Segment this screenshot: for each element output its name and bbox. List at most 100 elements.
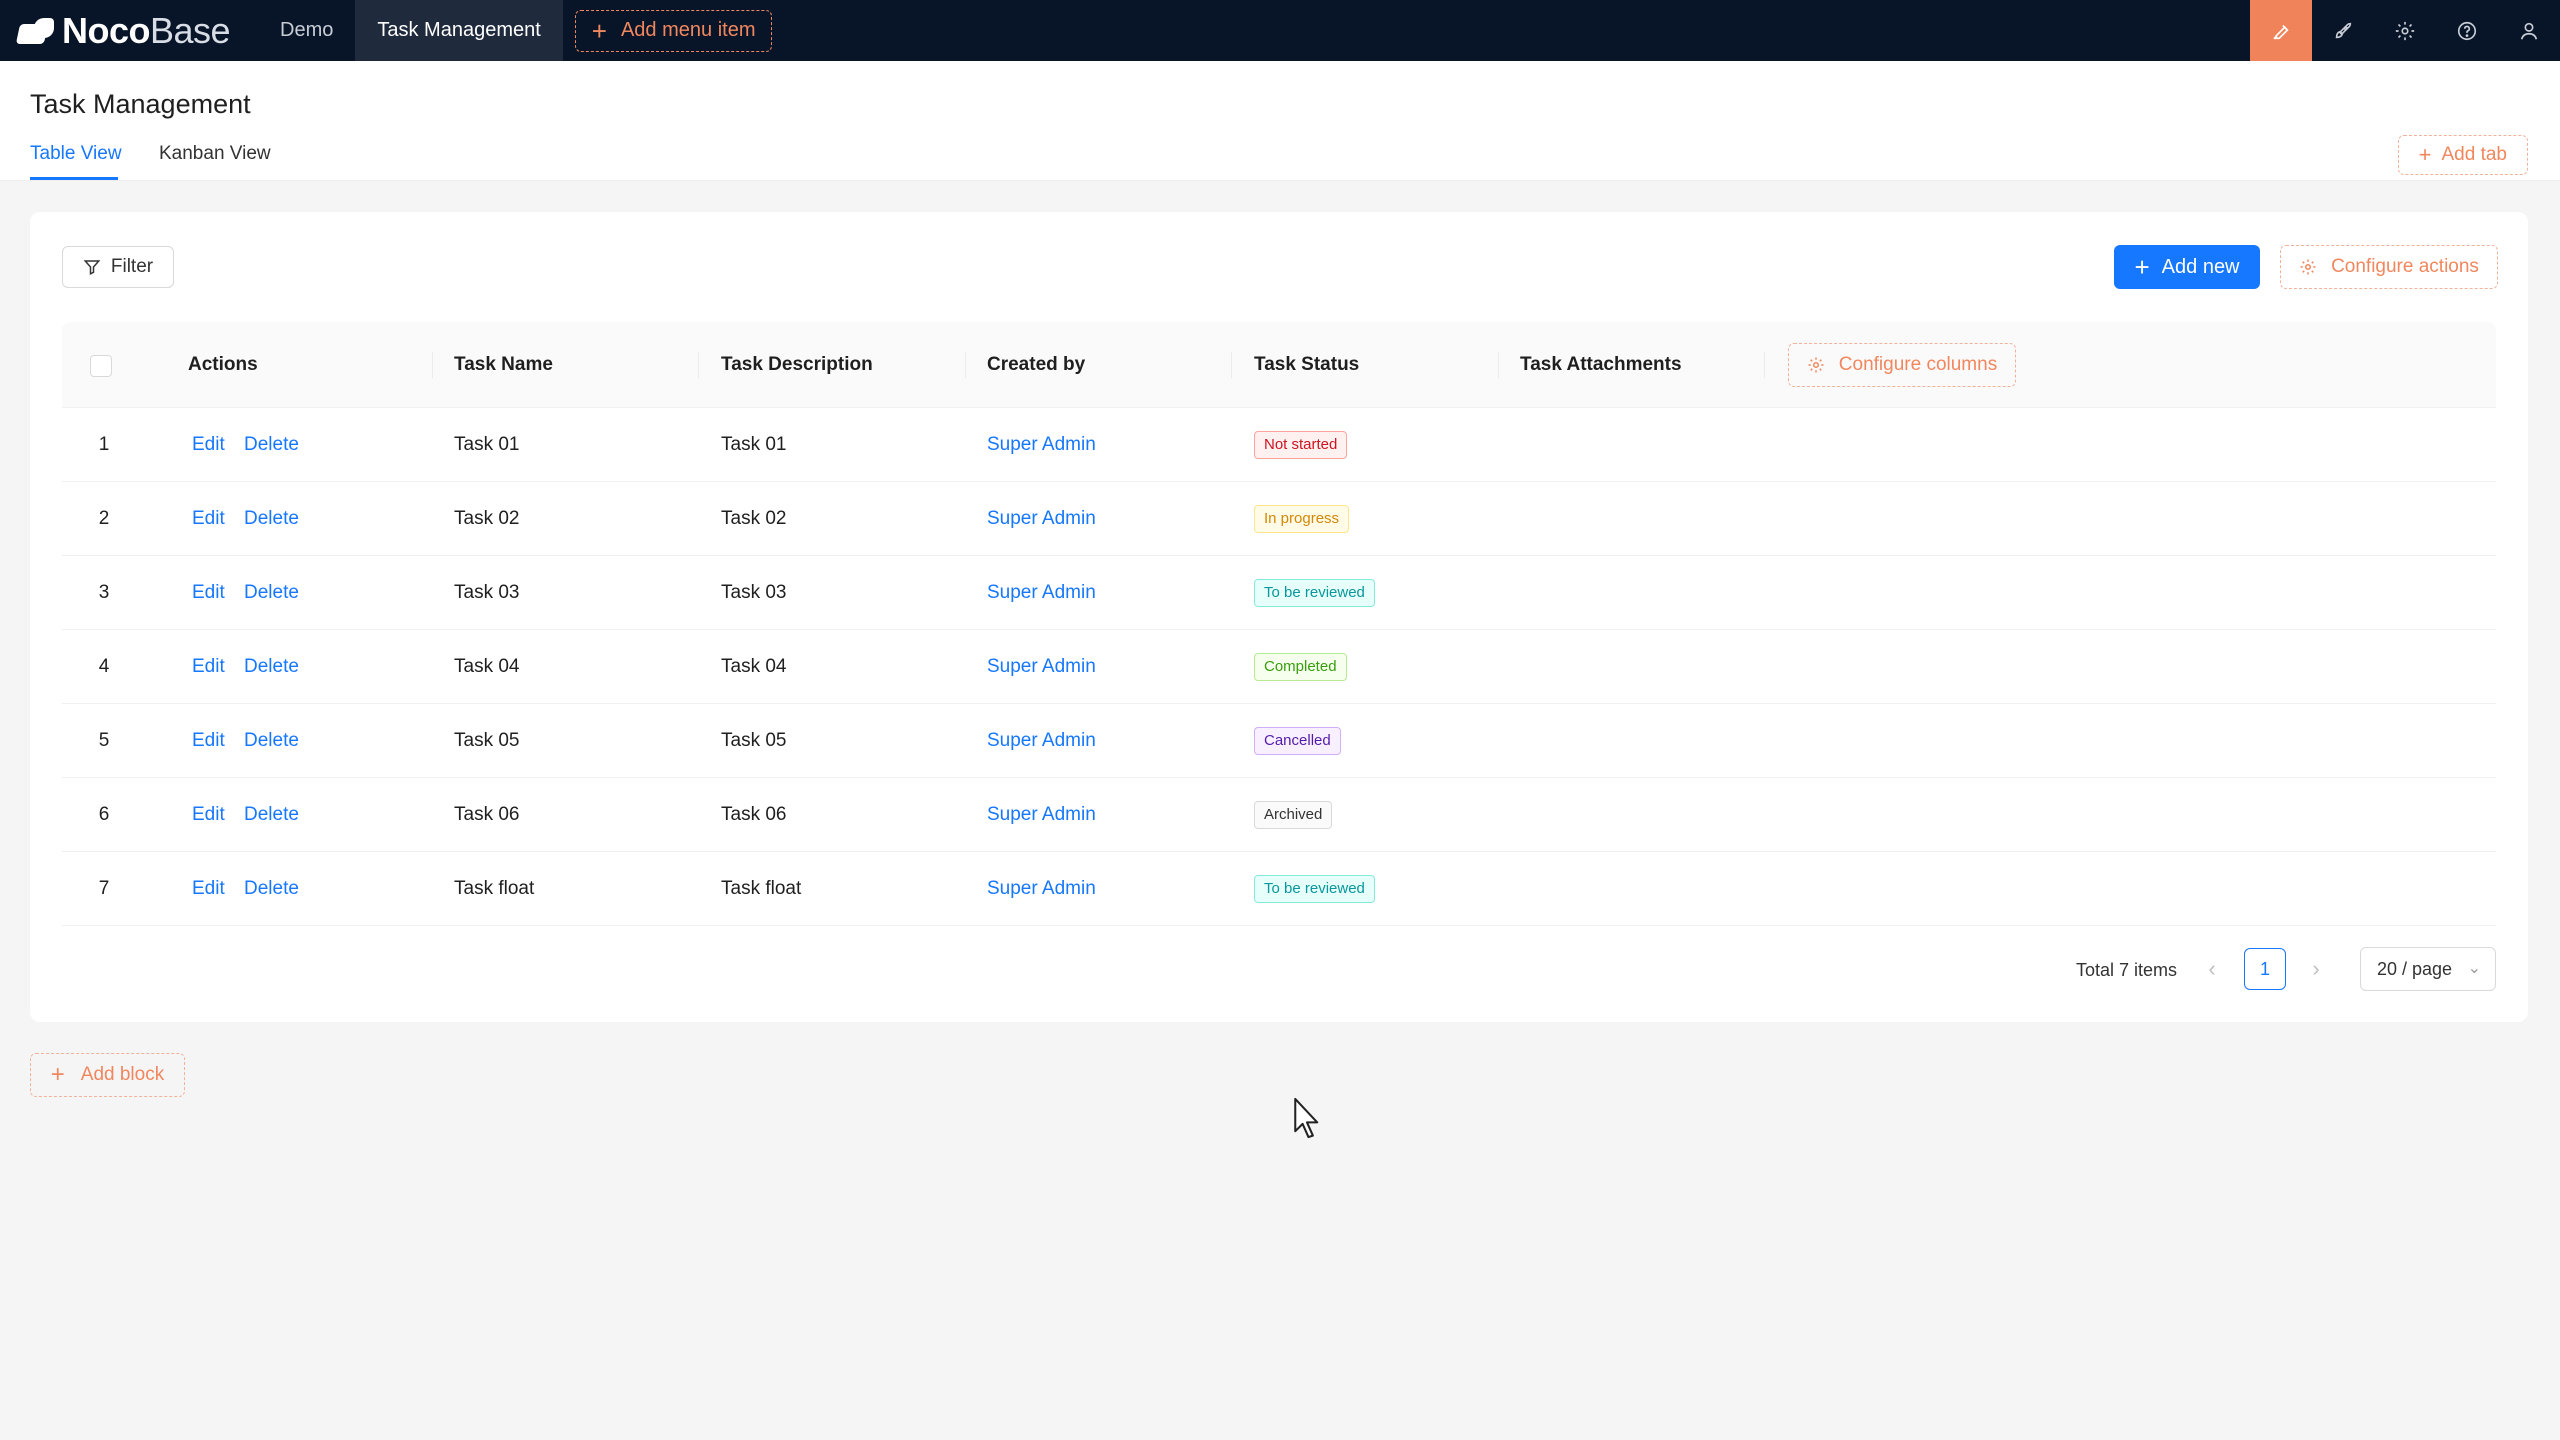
rocket-icon: [2335, 22, 2352, 38]
next-page-icon[interactable]: ›: [2306, 948, 2326, 990]
edit-link[interactable]: Edit: [192, 630, 225, 704]
created-by-link[interactable]: Super Admin: [987, 482, 1096, 556]
delete-link[interactable]: Delete: [244, 852, 299, 926]
page-size-value: 20 / page: [2377, 958, 2453, 979]
delete-link[interactable]: Delete: [244, 704, 299, 778]
user-menu-button[interactable]: [2498, 0, 2560, 61]
delete-link[interactable]: Delete: [244, 482, 299, 556]
ui-editor-toggle-button[interactable]: [2250, 0, 2312, 61]
add-new-button[interactable]: + Add new: [2114, 245, 2260, 289]
add-menu-item-button[interactable]: + Add menu item: [574, 9, 773, 52]
task-name-cell: Task 02: [454, 508, 520, 529]
page-number-button[interactable]: 1: [2244, 948, 2286, 990]
help-button[interactable]: [2436, 0, 2498, 61]
delete-link[interactable]: Delete: [244, 556, 299, 630]
configure-actions-button[interactable]: Configure actions: [2280, 245, 2498, 289]
configure-columns-button[interactable]: Configure columns: [1788, 343, 2016, 387]
configure-columns-label: Configure columns: [1838, 354, 1998, 375]
table-block: Filter + Add new Configure actions Actio…: [30, 212, 2528, 1022]
table-row[interactable]: 5 Edit Delete Task 05 Task 05 Super Admin Canc…: [62, 704, 2496, 778]
column-header-task-name[interactable]: Task Name: [454, 322, 553, 408]
plus-icon: +: [50, 1061, 65, 1088]
task-description-cell: Task 03: [721, 582, 787, 603]
created-by-link[interactable]: Super Admin: [987, 704, 1096, 778]
task-name-cell: Task 04: [454, 656, 520, 677]
add-new-label: Add new: [2161, 255, 2240, 278]
status-badge: Completed: [1254, 653, 1347, 681]
status-badge: Archived: [1254, 801, 1333, 829]
delete-link[interactable]: Delete: [244, 408, 299, 482]
nav-item-demo[interactable]: Demo: [258, 0, 355, 61]
filter-button[interactable]: Filter: [62, 246, 174, 288]
user-icon: [2520, 22, 2538, 39]
edit-link[interactable]: Edit: [192, 778, 225, 852]
pagination-total: Total 7 items: [2076, 959, 2178, 980]
add-block-button[interactable]: + Add block: [30, 1053, 185, 1097]
status-badge: Not started: [1254, 431, 1348, 459]
row-index: 3: [98, 582, 110, 603]
edit-link[interactable]: Edit: [192, 482, 225, 556]
prev-page-icon[interactable]: ‹: [2202, 948, 2222, 990]
created-by-link[interactable]: Super Admin: [987, 778, 1096, 852]
task-description-cell: Task 05: [721, 730, 787, 751]
select-all-checkbox[interactable]: [90, 355, 112, 377]
logo-text-bold: Noco: [62, 9, 151, 51]
nav-item-task-management[interactable]: Task Management: [355, 0, 563, 61]
add-tab-button[interactable]: + Add tab: [2397, 135, 2528, 175]
task-name-cell: Task 01: [454, 434, 520, 455]
task-description-cell: Task 02: [721, 508, 787, 529]
gear-icon: [1808, 357, 1824, 373]
task-name-cell: Task 05: [454, 730, 520, 751]
gear-icon: [2300, 259, 2316, 275]
add-tab-label: Add tab: [2441, 144, 2508, 165]
table-row[interactable]: 6 Edit Delete Task 06 Task 06 Super Admin Arch…: [62, 778, 2496, 852]
table-row[interactable]: 3 Edit Delete Task 03 Task 03 Super Admin To b…: [62, 556, 2496, 630]
task-description-cell: Task float: [721, 878, 802, 899]
delete-link[interactable]: Delete: [244, 778, 299, 852]
created-by-link[interactable]: Super Admin: [987, 630, 1096, 704]
task-name-cell: Task 06: [454, 804, 520, 825]
row-index: 5: [98, 730, 110, 751]
configure-actions-label: Configure actions: [2331, 256, 2479, 277]
table-row[interactable]: 7 Edit Delete Task float Task float Super Adm…: [62, 852, 2496, 926]
column-header-task-attachments[interactable]: Task Attachments: [1520, 322, 1682, 408]
table-row[interactable]: 4 Edit Delete Task 04 Task 04 Super Admin Comp…: [62, 630, 2496, 704]
created-by-link[interactable]: Super Admin: [987, 852, 1096, 926]
add-block-label: Add block: [80, 1064, 165, 1085]
table-row[interactable]: 2 Edit Delete Task 02 Task 02 Super Admin In p…: [62, 482, 2496, 556]
nocobase-logo[interactable]: NocoBase: [15, 9, 258, 52]
plugin-manager-button[interactable]: [2312, 0, 2374, 61]
filter-label: Filter: [110, 256, 154, 277]
plus-icon: +: [2418, 142, 2432, 167]
edit-link[interactable]: Edit: [192, 556, 225, 630]
chevron-down-icon: ⌄: [2467, 960, 2481, 977]
question-circle-icon: [2457, 21, 2477, 40]
settings-button[interactable]: [2374, 0, 2436, 61]
column-header-created-by[interactable]: Created by: [987, 322, 1085, 408]
created-by-link[interactable]: Super Admin: [987, 408, 1096, 482]
column-header-task-status[interactable]: Task Status: [1254, 322, 1359, 408]
highlighter-icon: [2273, 24, 2289, 39]
column-header-actions: Actions: [188, 354, 258, 375]
tab-kanban-view[interactable]: Kanban View: [159, 143, 271, 165]
edit-link[interactable]: Edit: [192, 852, 225, 926]
table-header: Actions Task Name Task Description Creat…: [62, 322, 2496, 408]
page-size-select[interactable]: 20 / page ⌄: [2360, 947, 2496, 991]
filter-icon: [83, 260, 101, 275]
tab-table-view[interactable]: Table View: [30, 143, 122, 165]
created-by-link[interactable]: Super Admin: [987, 556, 1096, 630]
delete-link[interactable]: Delete: [244, 630, 299, 704]
table-row[interactable]: 1 Edit Delete Task 01 Task 01 Super Admin Not …: [62, 408, 2496, 482]
add-menu-item-label: Add menu item: [620, 19, 756, 41]
task-name-cell: Task float: [454, 878, 535, 899]
edit-link[interactable]: Edit: [192, 704, 225, 778]
page-title: Task Management: [30, 89, 251, 119]
top-navbar: NocoBase Demo Task Management + Add menu…: [0, 0, 2560, 61]
row-index: 7: [98, 878, 110, 899]
status-badge: In progress: [1254, 505, 1350, 533]
column-header-task-description[interactable]: Task Description: [721, 322, 873, 408]
row-index: 4: [98, 656, 110, 677]
plus-icon: +: [2134, 252, 2150, 282]
status-badge: To be reviewed: [1254, 875, 1375, 903]
edit-link[interactable]: Edit: [192, 408, 225, 482]
